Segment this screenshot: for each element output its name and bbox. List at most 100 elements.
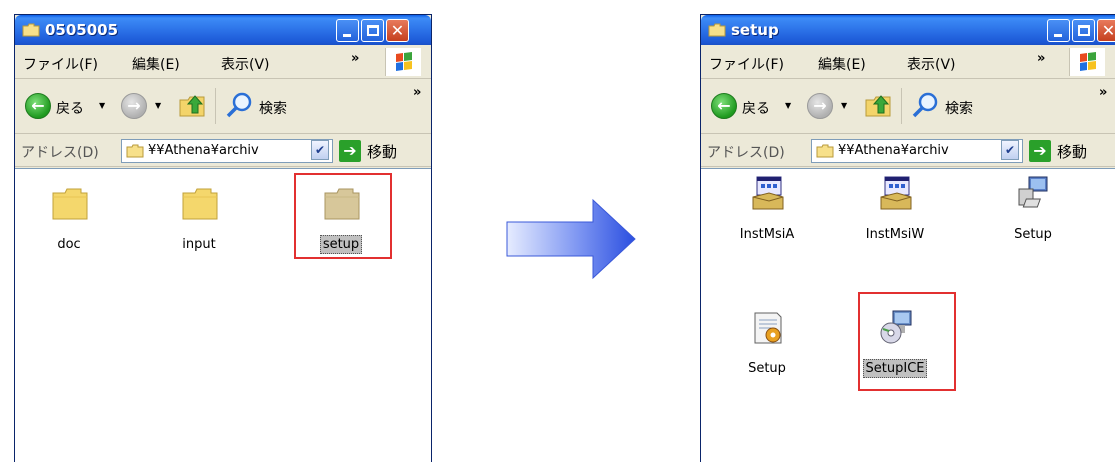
folder-icon — [126, 144, 144, 158]
forward-arrow-icon: → — [127, 96, 141, 115]
menu-more-chevron[interactable]: » — [1037, 51, 1045, 66]
list-item[interactable]: doc — [21, 181, 117, 271]
folder-icon — [816, 144, 834, 158]
folder-up-icon[interactable] — [177, 90, 207, 120]
menu-file[interactable]: ファイル(F) — [23, 54, 98, 74]
go-label[interactable]: 移動 — [1057, 141, 1087, 162]
file-list-pane[interactable]: InstMsiA InstMsiW Setup Setup SetupICE — [701, 168, 1115, 462]
list-item[interactable]: InstMsiW — [847, 171, 943, 261]
go-arrow-icon: ➔ — [343, 141, 357, 160]
installer-box-icon — [752, 176, 784, 210]
selection-highlight-box — [294, 173, 392, 259]
address-path: ¥¥Athena¥archiv — [148, 143, 259, 158]
setup-computer-icon — [1018, 176, 1048, 208]
chevron-down-icon: ✔ — [1004, 143, 1016, 157]
address-input[interactable]: ¥¥Athena¥archiv — [811, 139, 1023, 163]
list-item-label: doc — [57, 237, 81, 252]
toolbar-separator — [215, 88, 216, 124]
address-dropdown-button[interactable]: ✔ — [311, 140, 329, 160]
toolbar: ← 戻る ▼ → ▼ 検索 » — [15, 80, 431, 134]
selection-highlight-box — [858, 292, 956, 391]
close-button[interactable]: ✕ — [1097, 19, 1115, 42]
windows-logo-icon — [385, 48, 421, 76]
list-item-label: Setup — [748, 361, 786, 376]
forward-arrow-icon: → — [813, 96, 827, 115]
menu-bar: ファイル(F) 編集(E) 表示(V) » — [701, 45, 1115, 79]
close-icon: ✕ — [390, 21, 405, 40]
minimize-button[interactable] — [1047, 19, 1070, 42]
folder-icon — [182, 188, 218, 220]
folder-icon — [708, 23, 726, 37]
list-item[interactable]: InstMsiA — [719, 171, 815, 261]
forward-dropdown-caret-icon[interactable]: ▼ — [841, 101, 847, 110]
back-button[interactable]: ← — [711, 93, 737, 119]
title-bar[interactable]: 0505005 ✕ — [15, 15, 431, 45]
toolbar: ← 戻る ▼ → ▼ 検索 » — [701, 80, 1115, 134]
explorer-window-right: setup ✕ ファイル(F) 編集(E) 表示(V) » ← 戻る ▼ → ▼ — [700, 14, 1115, 462]
minimize-button[interactable] — [336, 19, 359, 42]
menu-file[interactable]: ファイル(F) — [709, 54, 784, 74]
toolbar-more-chevron[interactable]: » — [413, 85, 421, 100]
address-bar: アドレス(D) ¥¥Athena¥archiv ✔ ➔ 移動 — [15, 135, 431, 167]
minimize-icon — [1054, 34, 1062, 37]
arrow-right-icon — [506, 198, 636, 280]
menu-bar: ファイル(F) 編集(E) 表示(V) » — [15, 45, 431, 79]
list-item-label: input — [182, 237, 216, 252]
address-label: アドレス(D) — [21, 145, 99, 161]
folder-icon — [22, 23, 40, 37]
menu-edit[interactable]: 編集(E) — [132, 54, 180, 74]
back-arrow-icon: ← — [31, 96, 45, 115]
installer-box-icon — [880, 176, 912, 210]
search-label[interactable]: 検索 — [259, 98, 287, 118]
menu-more-chevron[interactable]: » — [351, 51, 359, 66]
address-path: ¥¥Athena¥archiv — [838, 143, 949, 158]
maximize-button[interactable] — [1072, 19, 1095, 42]
title-bar[interactable]: setup ✕ — [701, 15, 1115, 45]
back-dropdown-caret-icon[interactable]: ▼ — [99, 101, 105, 110]
back-label[interactable]: 戻る — [56, 98, 84, 118]
toolbar-more-chevron[interactable]: » — [1099, 85, 1107, 100]
window-title: 0505005 — [45, 21, 119, 39]
back-dropdown-caret-icon[interactable]: ▼ — [785, 101, 791, 110]
go-button[interactable]: ➔ — [1029, 140, 1051, 162]
close-icon: ✕ — [1101, 21, 1115, 40]
forward-button[interactable]: → — [121, 93, 147, 119]
toolbar-separator — [901, 88, 902, 124]
minimize-icon — [343, 34, 351, 37]
folder-up-icon[interactable] — [863, 90, 893, 120]
explorer-window-left: 0505005 ✕ ファイル(F) 編集(E) 表示(V) » ← 戻る ▼ →… — [14, 14, 432, 462]
folder-icon — [52, 188, 88, 220]
setup-config-file-icon — [754, 312, 782, 344]
address-dropdown-button[interactable]: ✔ — [1001, 140, 1019, 160]
file-list-pane[interactable]: doc input setup — [15, 168, 431, 462]
windows-logo-icon — [1069, 48, 1105, 76]
list-item[interactable]: Setup — [719, 305, 815, 395]
search-icon[interactable] — [911, 90, 941, 120]
menu-edit[interactable]: 編集(E) — [818, 54, 866, 74]
close-button[interactable]: ✕ — [386, 19, 409, 42]
address-label: アドレス(D) — [707, 145, 785, 161]
address-input[interactable]: ¥¥Athena¥archiv — [121, 139, 333, 163]
go-button[interactable]: ➔ — [339, 140, 361, 162]
list-item[interactable]: input — [151, 181, 247, 271]
chevron-down-icon: ✔ — [314, 143, 326, 157]
list-item-label: InstMsiW — [865, 227, 925, 242]
maximize-icon — [1078, 25, 1090, 36]
go-arrow-icon: ➔ — [1033, 141, 1047, 160]
back-button[interactable]: ← — [25, 93, 51, 119]
back-arrow-icon: ← — [717, 96, 731, 115]
maximize-button[interactable] — [361, 19, 384, 42]
window-title: setup — [731, 21, 779, 39]
menu-view[interactable]: 表示(V) — [221, 54, 270, 74]
search-icon[interactable] — [225, 90, 255, 120]
go-label[interactable]: 移動 — [367, 141, 397, 162]
list-item-label: InstMsiA — [739, 227, 795, 242]
maximize-icon — [367, 25, 379, 36]
address-bar: アドレス(D) ¥¥Athena¥archiv ✔ ➔ 移動 — [701, 135, 1115, 167]
menu-view[interactable]: 表示(V) — [907, 54, 956, 74]
forward-dropdown-caret-icon[interactable]: ▼ — [155, 101, 161, 110]
search-label[interactable]: 検索 — [945, 98, 973, 118]
back-label[interactable]: 戻る — [742, 98, 770, 118]
forward-button[interactable]: → — [807, 93, 833, 119]
list-item[interactable]: Setup — [985, 171, 1081, 261]
